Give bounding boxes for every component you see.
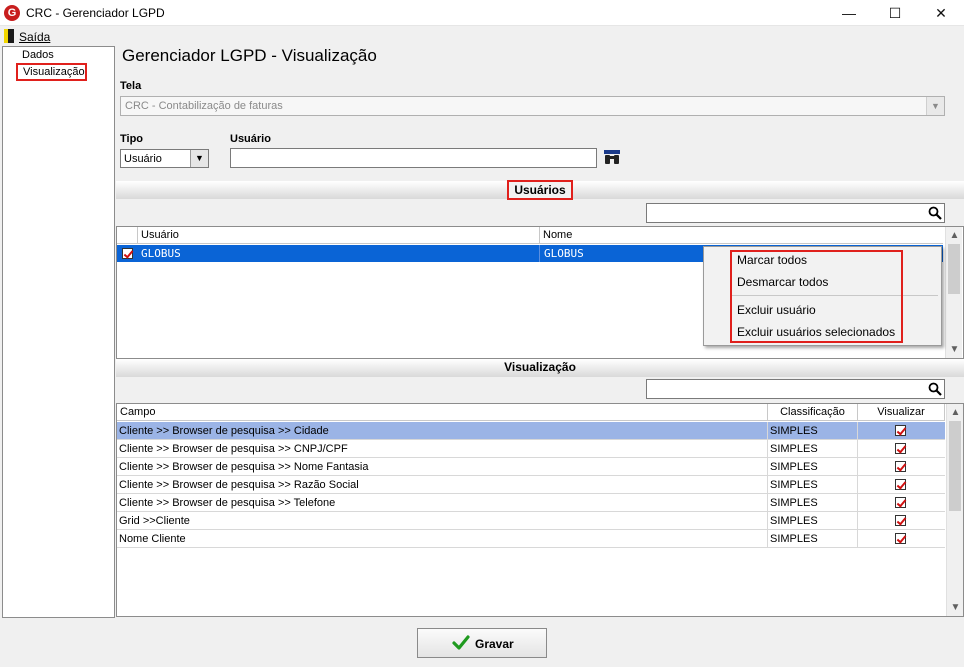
table-row[interactable]: Grid >>Cliente SIMPLES (117, 512, 945, 530)
cell-classificacao: SIMPLES (768, 494, 858, 512)
cell-classificacao: SIMPLES (768, 422, 858, 440)
chevron-down-icon[interactable]: ▼ (190, 150, 208, 167)
visualizar-checkbox[interactable] (895, 479, 906, 490)
cell-classificacao: SIMPLES (768, 512, 858, 530)
cell-visualizar (858, 494, 945, 512)
scroll-down-icon[interactable]: ▼ (947, 599, 964, 616)
column-header-visualizar[interactable]: Visualizar (858, 404, 945, 421)
tela-label: Tela (120, 80, 142, 92)
tela-select[interactable]: CRC - Contabilização de faturas (120, 96, 945, 116)
cell-classificacao: SIMPLES (768, 476, 858, 494)
visualizar-checkbox[interactable] (895, 497, 906, 508)
cell-visualizar (858, 422, 945, 440)
magnifier-icon[interactable] (928, 382, 942, 396)
visualizar-checkbox[interactable] (895, 443, 906, 454)
scroll-up-icon[interactable]: ▲ (946, 227, 963, 244)
cell-campo: Grid >>Cliente (117, 512, 768, 530)
row-checkbox[interactable] (122, 248, 133, 259)
cell-campo: Cliente >> Browser de pesquisa >> Razão … (117, 476, 768, 494)
table-row[interactable]: Nome Cliente SIMPLES (117, 530, 945, 548)
app-logo-icon: G (4, 5, 20, 21)
cell-campo: Nome Cliente (117, 530, 768, 548)
cell-usuario: GLOBUS (138, 245, 540, 262)
close-button[interactable]: ✕ (918, 0, 964, 26)
exit-door-icon[interactable] (4, 29, 14, 43)
vis-vertical-scrollbar[interactable]: ▲ ▼ (946, 404, 963, 616)
menu-saida-label: Saída (19, 30, 51, 44)
magnifier-icon[interactable] (928, 206, 942, 220)
header-checkbox-column (117, 227, 138, 244)
cell-campo: Cliente >> Browser de pesquisa >> Nome F… (117, 458, 768, 476)
cell-visualizar (858, 458, 945, 476)
visualizar-checkbox[interactable] (895, 515, 906, 526)
vis-search-input[interactable] (646, 379, 945, 399)
cell-campo: Cliente >> Browser de pesquisa >> Cidade (117, 422, 768, 440)
cell-classificacao: SIMPLES (768, 530, 858, 548)
visualizar-checkbox[interactable] (895, 461, 906, 472)
cell-visualizar (858, 530, 945, 548)
menu-bar (0, 27, 964, 46)
context-menu-highlight-box (730, 250, 903, 343)
scroll-thumb[interactable] (949, 421, 961, 511)
scroll-up-icon[interactable]: ▲ (947, 404, 964, 421)
tipo-label: Tipo (120, 133, 144, 145)
maximize-button[interactable]: ☐ (872, 0, 918, 26)
cell-visualizar (858, 476, 945, 494)
usuario-label: Usuário (230, 133, 271, 145)
window-title: CRC - Gerenciador LGPD (26, 6, 165, 20)
table-row[interactable]: Cliente >> Browser de pesquisa >> CNPJ/C… (117, 440, 945, 458)
table-row[interactable]: Cliente >> Browser de pesquisa >> Cidade… (117, 422, 945, 440)
column-header-classificacao[interactable]: Classificação (768, 404, 858, 421)
binoculars-search-icon[interactable] (603, 150, 621, 166)
visualizar-checkbox[interactable] (895, 533, 906, 544)
minimize-button[interactable]: — (826, 0, 872, 26)
cell-nome: GLOBUS (544, 247, 584, 260)
checkmark-icon (452, 634, 470, 652)
cell-visualizar (858, 512, 945, 530)
table-row[interactable]: Cliente >> Browser de pesquisa >> Nome F… (117, 458, 945, 476)
page-title: Gerenciador LGPD - Visualização (122, 46, 377, 65)
cell-visualizar (858, 440, 945, 458)
tree-item-dados[interactable]: Dados (22, 49, 54, 61)
users-search-input[interactable] (646, 203, 945, 223)
gravar-button-label: Gravar (475, 637, 514, 651)
column-header-nome[interactable]: Nome (540, 227, 943, 244)
column-header-campo[interactable]: Campo (117, 404, 768, 421)
usuarios-section-title: Usuários (507, 180, 573, 200)
cell-classificacao: SIMPLES (768, 440, 858, 458)
table-row[interactable]: Cliente >> Browser de pesquisa >> Telefo… (117, 494, 945, 512)
cell-campo: Cliente >> Browser de pesquisa >> Telefo… (117, 494, 768, 512)
chevron-down-icon[interactable]: ▼ (926, 97, 944, 115)
scroll-thumb[interactable] (948, 244, 960, 294)
users-vertical-scrollbar[interactable]: ▲ ▼ (945, 227, 962, 358)
cell-classificacao: SIMPLES (768, 458, 858, 476)
table-row[interactable]: Cliente >> Browser de pesquisa >> Razão … (117, 476, 945, 494)
cell-campo: Cliente >> Browser de pesquisa >> CNPJ/C… (117, 440, 768, 458)
usuario-input[interactable] (230, 148, 597, 168)
tree-item-visualizacao[interactable]: Visualização (16, 63, 87, 81)
visualizar-checkbox[interactable] (895, 425, 906, 436)
column-header-usuario[interactable]: Usuário (138, 227, 540, 244)
menu-item-saida[interactable]: Saída (19, 30, 50, 44)
scroll-down-icon[interactable]: ▼ (946, 341, 963, 358)
navigation-tree (2, 46, 115, 618)
visualizacao-section-title: Visualização (504, 360, 576, 374)
